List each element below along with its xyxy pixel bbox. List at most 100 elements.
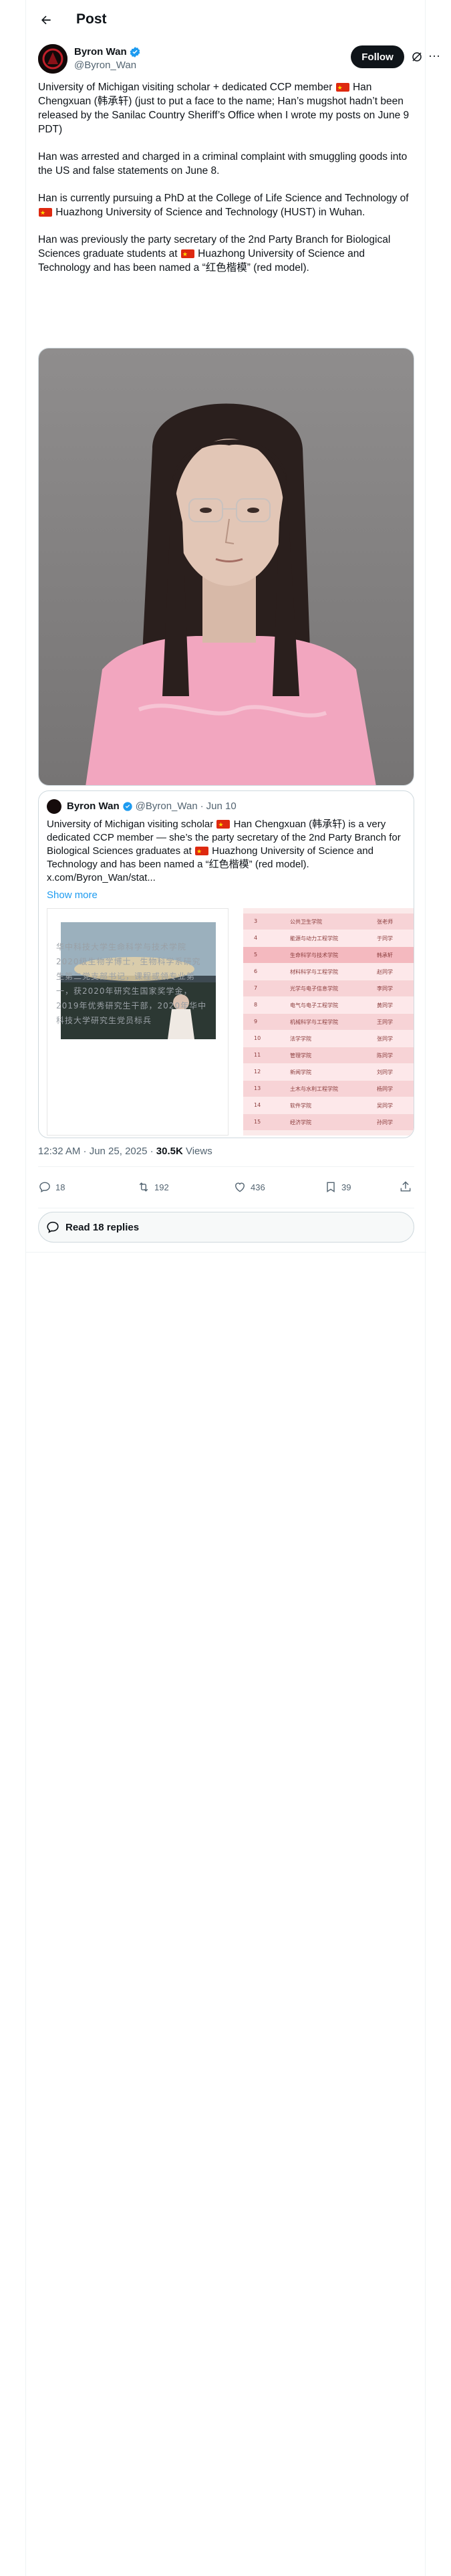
ranking-number: 7: [254, 985, 258, 991]
ranking-unit: 公共卫生学院: [290, 919, 322, 925]
ranking-row: 11 管理学院 陈同学: [243, 1047, 414, 1063]
ranking-name: 刘同学: [377, 1069, 393, 1075]
ranking-name: 张老师: [377, 919, 393, 925]
ranking-number: 6: [254, 968, 258, 974]
repost-button[interactable]: 192: [137, 1175, 169, 1199]
text-span: Han is currently pursuing a PhD at the C…: [38, 193, 409, 204]
reply-icon: [47, 1221, 59, 1233]
quoted-handle: @Byron_Wan: [135, 800, 198, 812]
ranking-name: 赵同学: [377, 969, 393, 975]
ranking-number: 5: [254, 952, 258, 958]
ranking-unit: 土木与水利工程学院: [290, 1086, 338, 1092]
post-meta: 12:32 AM · Jun 25, 2025 · 30.5K Views: [38, 1145, 212, 1158]
ranking-number: 12: [254, 1069, 261, 1075]
ranking-number: 3: [254, 918, 258, 924]
avatar[interactable]: [38, 44, 67, 74]
ranking-name: 韩承轩: [377, 952, 393, 958]
post-timestamp[interactable]: 12:32 AM · Jun 25, 2025 ·: [38, 1146, 156, 1157]
mugshot-image: [39, 348, 414, 785]
ranking-unit: 材料科学与工程学院: [290, 969, 338, 975]
grok-icon[interactable]: [411, 51, 423, 63]
top-bar: Post: [26, 0, 426, 40]
ranking-row: 7 光学与电子信息学院 李同学: [243, 980, 414, 996]
ranking-name: 杨同学: [377, 1086, 393, 1092]
quoted-image-ranking[interactable]: 3 公共卫生学院 张老师 4 能源与动力工程学院 于同学 5 生命科学与技术学院 韩承轩 6 材料科…: [243, 908, 414, 1136]
post-paragraph: Han was arrested and charged in a crimin…: [38, 150, 414, 178]
action-bar: 18 192 436 39: [38, 1175, 414, 1199]
follow-button[interactable]: Follow: [351, 45, 404, 68]
post-paragraph: Han was previously the party secretary o…: [38, 233, 414, 275]
dot-separator: ·: [200, 800, 204, 812]
china-flag-icon: [194, 845, 208, 858]
ranking-unit: 新闻学院: [290, 1069, 311, 1075]
share-button[interactable]: [399, 1175, 412, 1199]
share-icon: [400, 1181, 411, 1192]
divider: [26, 1252, 426, 1253]
ranking-row: 14 软件学院 吴同学: [243, 1097, 414, 1113]
quoted-link[interactable]: x.com/Byron_Wan/stat...: [47, 872, 156, 883]
ranking-number: 9: [254, 1018, 258, 1025]
china-flag-icon: [216, 818, 231, 831]
reply-button[interactable]: 18: [38, 1175, 65, 1199]
ranking-name: 张同学: [377, 1036, 393, 1042]
ranking-name: 黄同学: [377, 1002, 393, 1008]
ranking-name: 孙同学: [377, 1119, 393, 1125]
ranking-unit: 机械科学与工程学院: [290, 1019, 338, 1025]
main-column: Post Byron Wan @Byron_Wan Follow ··· Uni…: [25, 0, 440, 2576]
ranking-name: 王同学: [377, 1019, 393, 1025]
ranking-name: 陈同学: [377, 1053, 393, 1059]
bookmark-count: 39: [341, 1182, 351, 1192]
ranking-number: 11: [254, 1052, 261, 1058]
author-row: Byron Wan @Byron_Wan Follow ···: [38, 44, 440, 76]
text-span: Han was arrested and charged in a crimin…: [38, 151, 408, 177]
verified-badge-icon: [130, 47, 140, 58]
author-handle[interactable]: @Byron_Wan: [74, 59, 136, 72]
ranking-name: 吴同学: [377, 1103, 393, 1109]
avatar-image: [38, 44, 67, 74]
text-span: University of Michigan visiting scholar …: [38, 82, 335, 93]
ranking-unit: 能源与动力工程学院: [290, 936, 338, 942]
author-name-row[interactable]: Byron Wan: [74, 45, 141, 59]
back-button[interactable]: [35, 9, 57, 31]
ranking-row: 5 生命科学与技术学院 韩承轩: [243, 947, 414, 963]
reply-count: 18: [55, 1182, 65, 1192]
arrow-left-icon: [41, 15, 51, 25]
china-flag-icon: [180, 247, 194, 261]
ranking-row: 6 材料科学与工程学院 赵同学: [243, 964, 414, 980]
more-options-button[interactable]: ···: [428, 48, 442, 63]
ranking-number: 15: [254, 1119, 261, 1125]
verified-badge-icon: [122, 802, 132, 811]
ranking-number: 13: [254, 1085, 261, 1091]
quoted-avatar: [47, 799, 61, 814]
post-text: University of Michigan visiting scholar …: [38, 80, 414, 288]
ranking-unit: 电气与电子工程学院: [290, 1002, 338, 1008]
page-title: Post: [76, 11, 107, 27]
read-replies-button[interactable]: Read 18 replies: [38, 1212, 414, 1243]
quoted-post[interactable]: Byron Wan @Byron_Wan · Jun 10 University…: [38, 790, 414, 1138]
show-more-link[interactable]: Show more: [47, 889, 98, 902]
ranking-name: 李同学: [377, 986, 393, 992]
post-photo[interactable]: [38, 348, 414, 786]
post-paragraph: Han is currently pursuing a PhD at the C…: [38, 191, 414, 220]
views-label: Views: [182, 1146, 212, 1157]
text-span: Huazhong University of Science and Techn…: [53, 207, 365, 218]
ranking-row: 13 土木与水利工程学院 杨同学: [243, 1081, 414, 1097]
repost-icon: [139, 1182, 148, 1192]
like-button[interactable]: 436: [233, 1175, 265, 1199]
like-count: 436: [251, 1182, 265, 1192]
views-count: 30.5K: [156, 1146, 183, 1157]
ranking-unit: 光学与电子信息学院: [290, 986, 338, 992]
quoted-post-header: Byron Wan @Byron_Wan · Jun 10: [47, 799, 237, 814]
bookmark-icon: [327, 1182, 335, 1192]
ranking-number: 8: [254, 1002, 258, 1008]
ranking-unit: 法学学院: [290, 1036, 311, 1042]
ranking-unit: 管理学院: [290, 1053, 311, 1059]
china-flag-icon: [335, 81, 349, 95]
ranking-row: 12 新闻学院 刘同学: [243, 1064, 414, 1080]
ranking-number: 4: [254, 935, 258, 941]
bookmark-button[interactable]: 39: [324, 1175, 351, 1199]
ranking-row: 8 电气与电子工程学院 黄同学: [243, 997, 414, 1013]
author-name[interactable]: Byron Wan: [74, 45, 127, 59]
ranking-row: 10 法学学院 张同学: [243, 1031, 414, 1047]
ranking-number: 14: [254, 1102, 261, 1108]
